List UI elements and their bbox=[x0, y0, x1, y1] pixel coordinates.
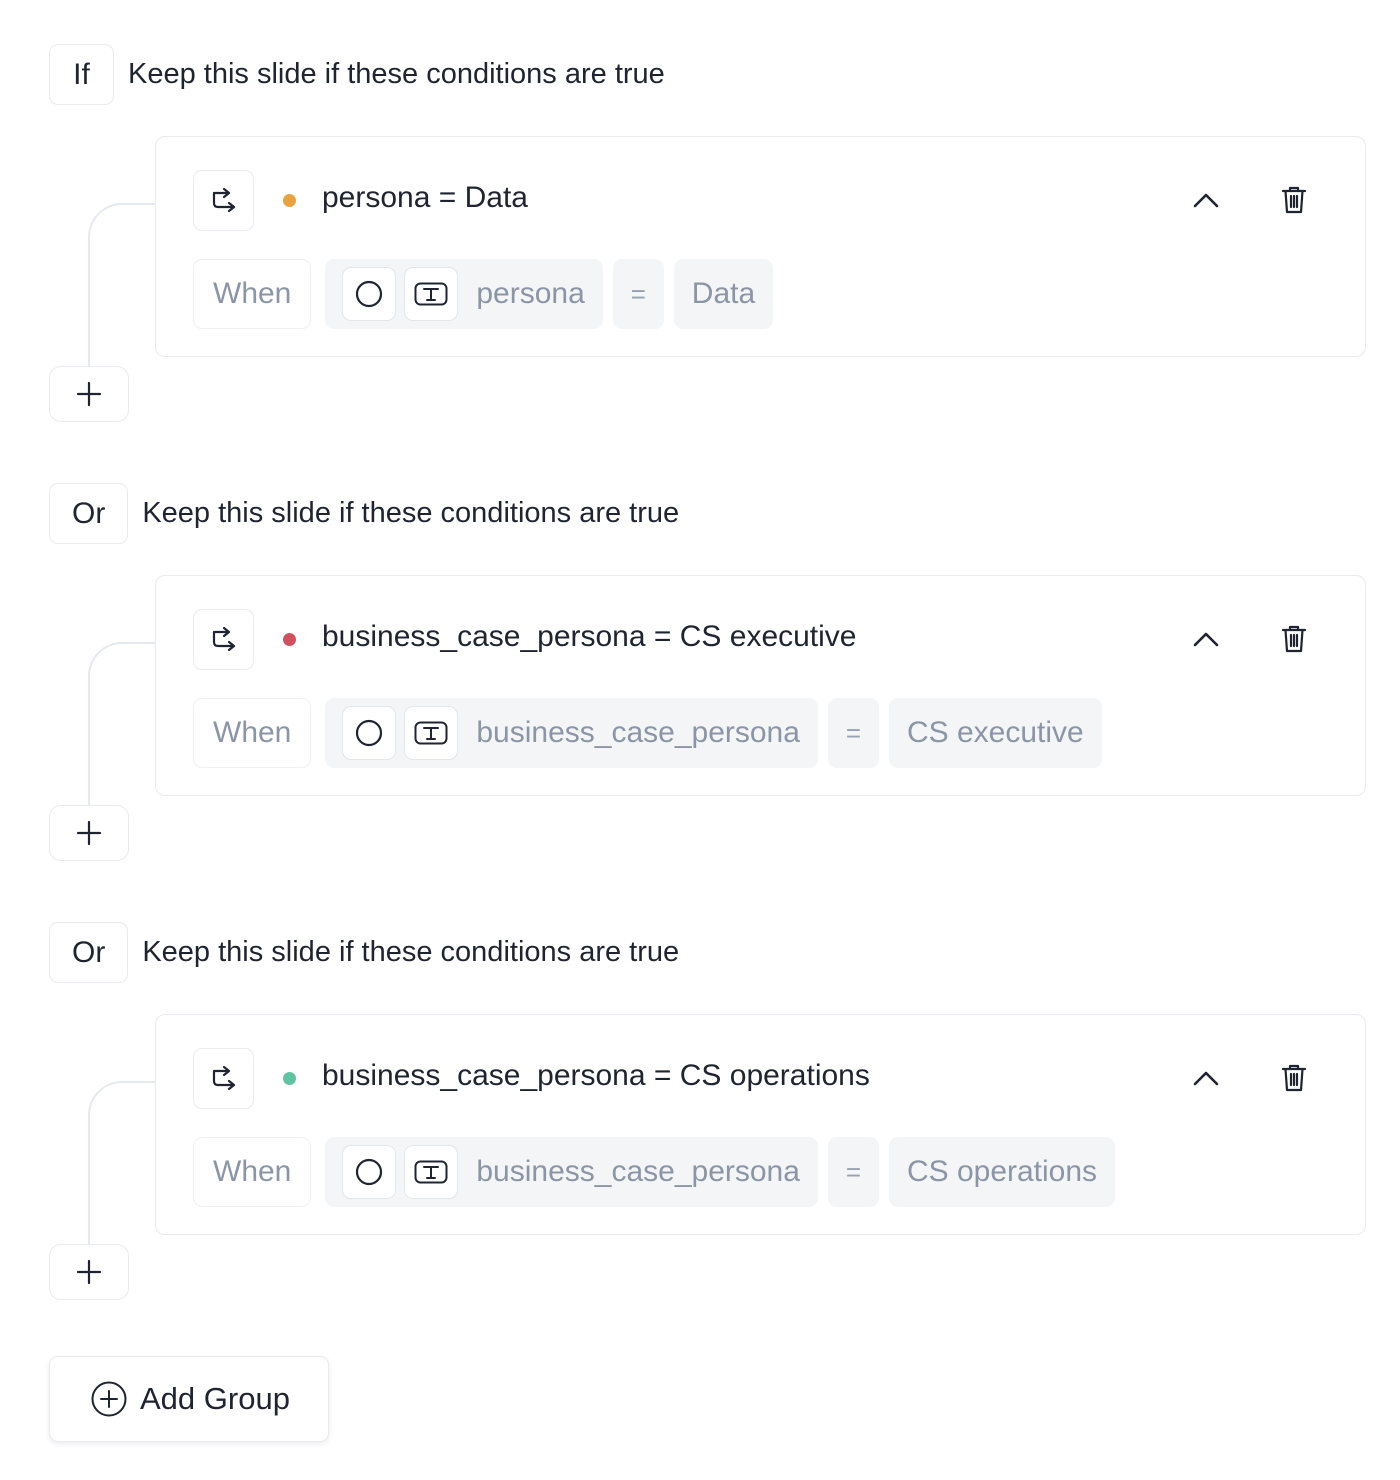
tree-connector bbox=[88, 203, 156, 366]
add-condition-button[interactable] bbox=[49, 805, 129, 861]
plus-icon bbox=[76, 820, 102, 846]
field-name: business_case_persona bbox=[476, 716, 800, 749]
text-type-toggle[interactable] bbox=[404, 267, 459, 321]
branch-button[interactable] bbox=[193, 170, 254, 231]
plus-icon bbox=[76, 1259, 102, 1285]
delete-condition-button[interactable] bbox=[1276, 181, 1312, 219]
circle-toggle[interactable] bbox=[342, 1145, 397, 1199]
status-dot bbox=[283, 1072, 296, 1085]
status-dot bbox=[283, 194, 296, 207]
trash-icon bbox=[1281, 1063, 1307, 1093]
chevron-up-icon bbox=[1192, 1069, 1220, 1087]
add-group-label: Add Group bbox=[140, 1381, 290, 1416]
when-label: When bbox=[193, 698, 312, 768]
condition-card: persona = Data When persona = Data bbox=[155, 136, 1366, 357]
condition-group: If Keep this slide if these conditions a… bbox=[0, 0, 1400, 422]
collapse-button[interactable] bbox=[1186, 624, 1226, 654]
tree-connector bbox=[88, 1081, 156, 1244]
field-selector[interactable]: business_case_persona bbox=[325, 698, 818, 768]
circle-icon bbox=[355, 719, 383, 747]
branch-arrow-icon bbox=[209, 1065, 239, 1092]
group-header: Or Keep this slide if these conditions a… bbox=[49, 922, 679, 983]
circle-toggle[interactable] bbox=[342, 706, 397, 760]
logic-operator-button[interactable]: If bbox=[49, 44, 114, 105]
condition-card: business_case_persona = CS executive Whe… bbox=[155, 575, 1366, 796]
circle-icon bbox=[355, 280, 383, 308]
condition-title: business_case_persona = CS operations bbox=[322, 1059, 870, 1092]
add-condition-button[interactable] bbox=[49, 1244, 129, 1300]
branch-arrow-icon bbox=[209, 187, 239, 214]
chevron-up-icon bbox=[1192, 191, 1220, 209]
condition-group: Or Keep this slide if these conditions a… bbox=[0, 878, 1400, 1300]
group-description: Keep this slide if these conditions are … bbox=[142, 936, 680, 968]
circle-icon bbox=[355, 1158, 383, 1186]
plus-circle-icon bbox=[90, 1380, 128, 1418]
branch-button[interactable] bbox=[193, 1048, 254, 1109]
group-description: Keep this slide if these conditions are … bbox=[142, 497, 680, 529]
logic-operator-button[interactable]: Or bbox=[49, 483, 129, 544]
value-input[interactable]: Data bbox=[673, 259, 774, 329]
add-condition-button[interactable] bbox=[49, 366, 129, 422]
trash-icon bbox=[1281, 185, 1307, 215]
rule-row: When business_case_persona = C bbox=[193, 1137, 1116, 1207]
trash-icon bbox=[1281, 624, 1307, 654]
tree-connector bbox=[88, 642, 156, 805]
operator-selector[interactable]: = bbox=[612, 259, 664, 329]
field-selector[interactable]: persona bbox=[325, 259, 603, 329]
group-description: Keep this slide if these conditions are … bbox=[128, 58, 665, 90]
text-type-toggle[interactable] bbox=[404, 706, 459, 760]
logic-operator-button[interactable]: Or bbox=[49, 922, 129, 983]
text-type-icon bbox=[414, 721, 448, 745]
delete-condition-button[interactable] bbox=[1276, 620, 1312, 658]
chevron-up-icon bbox=[1192, 630, 1220, 648]
when-label: When bbox=[193, 1137, 312, 1207]
condition-title: business_case_persona = CS executive bbox=[322, 620, 857, 653]
add-group-button[interactable]: Add Group bbox=[49, 1356, 329, 1442]
field-selector[interactable]: business_case_persona bbox=[325, 1137, 818, 1207]
status-dot bbox=[283, 633, 296, 646]
operator-selector[interactable]: = bbox=[827, 698, 879, 768]
collapse-button[interactable] bbox=[1186, 1063, 1226, 1093]
group-header: If Keep this slide if these conditions a… bbox=[49, 44, 665, 105]
branch-arrow-icon bbox=[209, 626, 239, 653]
condition-title: persona = Data bbox=[322, 181, 528, 214]
field-name: business_case_persona bbox=[476, 1155, 800, 1188]
field-name: persona bbox=[476, 277, 585, 310]
value-input[interactable]: CS executive bbox=[888, 698, 1102, 768]
branch-button[interactable] bbox=[193, 609, 254, 670]
text-type-icon bbox=[414, 282, 448, 306]
delete-condition-button[interactable] bbox=[1276, 1059, 1312, 1097]
text-type-toggle[interactable] bbox=[404, 1145, 459, 1199]
condition-card: business_case_persona = CS operations Wh… bbox=[155, 1014, 1366, 1235]
plus-icon bbox=[76, 381, 102, 407]
circle-toggle[interactable] bbox=[342, 267, 397, 321]
operator-selector[interactable]: = bbox=[827, 1137, 879, 1207]
group-header: Or Keep this slide if these conditions a… bbox=[49, 483, 679, 544]
when-label: When bbox=[193, 259, 312, 329]
value-input[interactable]: CS operations bbox=[888, 1137, 1116, 1207]
collapse-button[interactable] bbox=[1186, 185, 1226, 215]
rule-row: When business_case_persona = C bbox=[193, 698, 1102, 768]
condition-group: Or Keep this slide if these conditions a… bbox=[0, 439, 1400, 861]
rule-row: When persona = Data bbox=[193, 259, 774, 329]
text-type-icon bbox=[414, 1160, 448, 1184]
